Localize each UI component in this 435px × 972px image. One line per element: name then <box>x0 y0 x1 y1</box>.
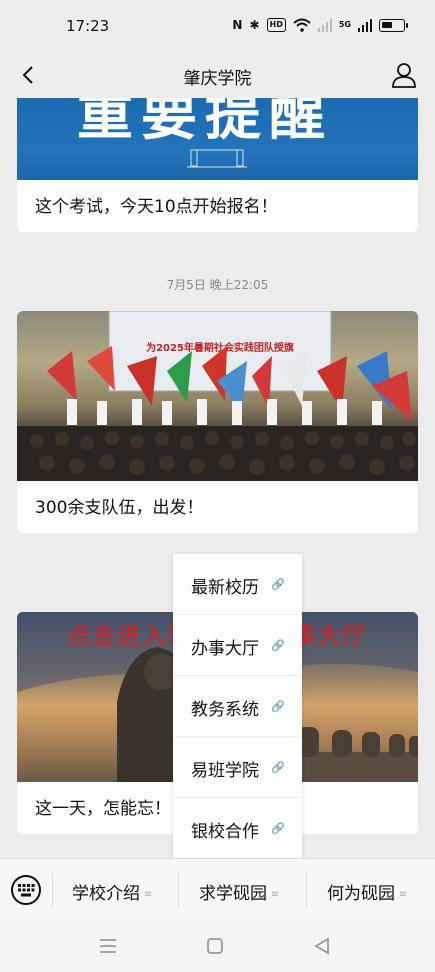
home-icon[interactable] <box>203 934 227 958</box>
submenu-item-label: 最新校历 <box>191 578 259 598</box>
link-icon: 🔗 <box>271 639 285 652</box>
signal-strong-icon <box>358 19 372 32</box>
profile-icon[interactable] <box>389 60 419 90</box>
submenu-item-bank-cooperation[interactable]: 银校合作 🔗 <box>173 798 302 859</box>
recent-apps-icon[interactable] <box>96 934 120 958</box>
nav-bar: 肇庆学院 <box>0 52 435 98</box>
back-triangle-icon[interactable] <box>310 934 334 958</box>
official-account-menu: 学校介绍 ≡ 求学砚园 ≡ 何为砚园 ≡ <box>0 858 435 920</box>
menu-hamburger-icon: ≡ <box>144 888 153 900</box>
menu-tab-about[interactable]: 何为砚园 ≡ <box>327 879 407 904</box>
menu-divider <box>178 873 179 907</box>
article-cover-image: 重要提醒 <box>17 98 418 180</box>
article-cover-image: 为2025年暑期社会实践团队授旗 <box>17 311 418 481</box>
menu-tab-label: 学校介绍 <box>72 884 140 904</box>
article-card-exam[interactable]: 重要提醒 这个考试，今天10点开始报名！ <box>17 98 418 232</box>
submenu-item-label: 易班学院 <box>191 761 259 781</box>
message-timestamp: 7月5日 晚上22:05 <box>166 278 269 292</box>
flag-ceremony-photo: 为2025年暑期社会实践团队授旗 <box>17 311 418 481</box>
keyboard-icon[interactable] <box>10 874 42 906</box>
link-icon: 🔗 <box>271 700 285 713</box>
signal-weak-icon <box>317 19 332 32</box>
menu-tab-school-intro[interactable]: 学校介绍 ≡ <box>72 879 152 904</box>
article-card-practice-team[interactable]: 为2025年暑期社会实践团队授旗 300余支队伍，出发！ <box>17 311 418 533</box>
submenu-item-label: 办事大厅 <box>191 639 259 659</box>
submenu-popup: 最新校历 🔗 办事大厅 🔗 教务系统 🔗 易班学院 🔗 银校合作 🔗 <box>173 554 302 858</box>
cover-banner-text: 重要提醒 <box>77 98 333 148</box>
menu-tab-label: 求学砚园 <box>199 884 267 904</box>
submenu-item-academic-system[interactable]: 教务系统 🔗 <box>173 676 302 737</box>
menu-divider <box>306 873 307 907</box>
link-icon: 🔗 <box>271 822 285 835</box>
status-bar: 17:23 N ✱ HD 5G <box>0 0 435 52</box>
battery-icon <box>379 18 408 32</box>
hd-badge: HD <box>266 18 286 32</box>
bluetooth-icon: ✱ <box>249 18 260 32</box>
link-icon: 🔗 <box>271 761 285 774</box>
submenu-item-calendar[interactable]: 最新校历 🔗 <box>173 554 302 615</box>
status-time: 17:23 <box>66 17 110 35</box>
link-icon: 🔗 <box>271 578 285 591</box>
menu-hamburger-icon: ≡ <box>271 888 280 900</box>
article-title: 这个考试，今天10点开始报名！ <box>35 197 278 217</box>
status-icons: N ✱ HD 5G <box>232 17 408 33</box>
submenu-item-label: 银校合作 <box>191 822 259 842</box>
page-title: 肇庆学院 <box>183 69 252 89</box>
article-title: 300余支队伍，出发！ <box>35 498 204 518</box>
network-type-label: 5G <box>338 20 351 29</box>
menu-hamburger-icon: ≡ <box>399 888 408 900</box>
campus-gate-graphic <box>187 149 247 168</box>
wifi-icon <box>293 18 311 32</box>
submenu-item-yiban[interactable]: 易班学院 🔗 <box>173 737 302 798</box>
article-title: 这一天，怎能忘！ <box>35 799 171 819</box>
system-nav-bar <box>0 920 435 972</box>
menu-tab-study[interactable]: 求学砚园 ≡ <box>199 879 279 904</box>
submenu-item-service-hall[interactable]: 办事大厅 🔗 <box>173 615 302 676</box>
menu-tab-label: 何为砚园 <box>327 884 395 904</box>
submenu-item-label: 教务系统 <box>191 700 259 720</box>
menu-divider <box>52 873 53 907</box>
nfc-icon: N <box>232 18 243 32</box>
